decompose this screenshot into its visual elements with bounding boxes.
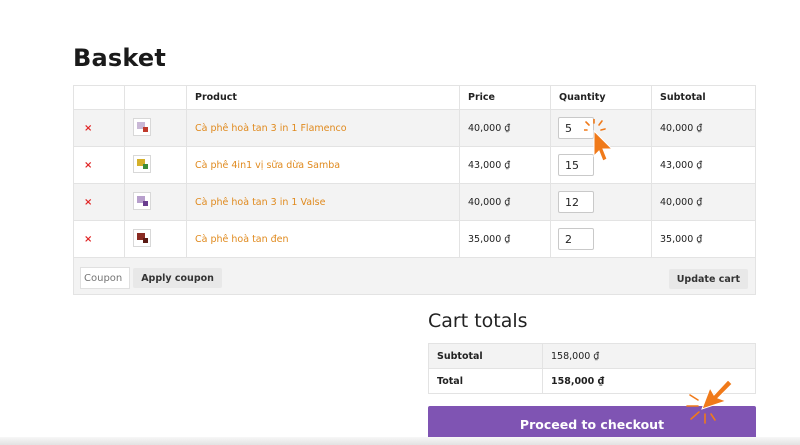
quantity-input[interactable] — [558, 117, 594, 139]
remove-icon[interactable]: × — [84, 197, 92, 208]
table-row: × Cà phê hoà tan 3 in 1 Flamenco 40,000 … — [73, 109, 756, 147]
header-thumbnail — [124, 85, 187, 110]
totals-total-label: Total — [428, 368, 543, 394]
product-link[interactable]: Cà phê 4in1 vị sữa dừa Samba — [195, 160, 340, 171]
totals-subtotal-label: Subtotal — [428, 343, 543, 369]
price-cell: 40,000 ₫ — [459, 109, 551, 147]
update-cart-button[interactable]: Update cart — [668, 269, 748, 289]
totals-total-value: 158,000 ₫ — [542, 368, 756, 394]
product-thumbnail[interactable] — [133, 117, 151, 136]
quantity-input[interactable] — [558, 191, 594, 213]
product-link[interactable]: Cà phê hoà tan đen — [195, 234, 289, 245]
totals-subtotal-row: Subtotal 158,000 ₫ — [428, 343, 756, 369]
subtotal-cell: 35,000 ₫ — [651, 220, 756, 258]
table-row: × Cà phê hoà tan 3 in 1 Valse 40,000 ₫ 4… — [73, 183, 756, 221]
table-row: × Cà phê 4in1 vị sữa dừa Samba 43,000 ₫ … — [73, 146, 756, 184]
totals-total-row: Total 158,000 ₫ — [428, 368, 756, 394]
subtotal-cell: 40,000 ₫ — [651, 109, 756, 147]
subtotal-cell: 40,000 ₫ — [651, 183, 756, 221]
coupon-group: Apply coupon — [80, 267, 222, 289]
header-remove — [73, 85, 125, 110]
cart-actions-row: Apply coupon Update cart — [73, 257, 756, 295]
header-subtotal: Subtotal — [651, 85, 756, 110]
product-link[interactable]: Cà phê hoà tan 3 in 1 Valse — [195, 197, 325, 208]
cart-table: Product Price Quantity Subtotal × Cà phê… — [73, 85, 756, 295]
price-cell: 35,000 ₫ — [459, 220, 551, 258]
header-quantity: Quantity — [550, 85, 652, 110]
apply-coupon-button[interactable]: Apply coupon — [133, 268, 222, 288]
product-link[interactable]: Cà phê hoà tan 3 in 1 Flamenco — [195, 123, 347, 134]
header-product: Product — [186, 85, 460, 110]
coupon-input[interactable] — [80, 267, 130, 289]
table-row: × Cà phê hoà tan đen 35,000 ₫ 35,000 ₫ — [73, 220, 756, 258]
quantity-input[interactable] — [558, 228, 594, 250]
product-thumbnail[interactable] — [133, 228, 151, 247]
quantity-input[interactable] — [558, 154, 594, 176]
price-cell: 40,000 ₫ — [459, 183, 551, 221]
product-thumbnail[interactable] — [133, 191, 151, 210]
page-title: Basket — [73, 44, 167, 72]
bottom-edge — [0, 437, 800, 445]
header-price: Price — [459, 85, 551, 110]
remove-icon[interactable]: × — [84, 123, 92, 134]
totals-subtotal-value: 158,000 ₫ — [542, 343, 756, 369]
price-cell: 43,000 ₫ — [459, 146, 551, 184]
product-thumbnail[interactable] — [133, 154, 151, 173]
remove-icon[interactable]: × — [84, 234, 92, 245]
remove-icon[interactable]: × — [84, 160, 92, 171]
table-header-row: Product Price Quantity Subtotal — [73, 85, 756, 110]
cart-totals-table: Subtotal 158,000 ₫ Total 158,000 ₫ — [428, 343, 756, 394]
subtotal-cell: 43,000 ₫ — [651, 146, 756, 184]
cart-totals-title: Cart totals — [428, 310, 528, 332]
